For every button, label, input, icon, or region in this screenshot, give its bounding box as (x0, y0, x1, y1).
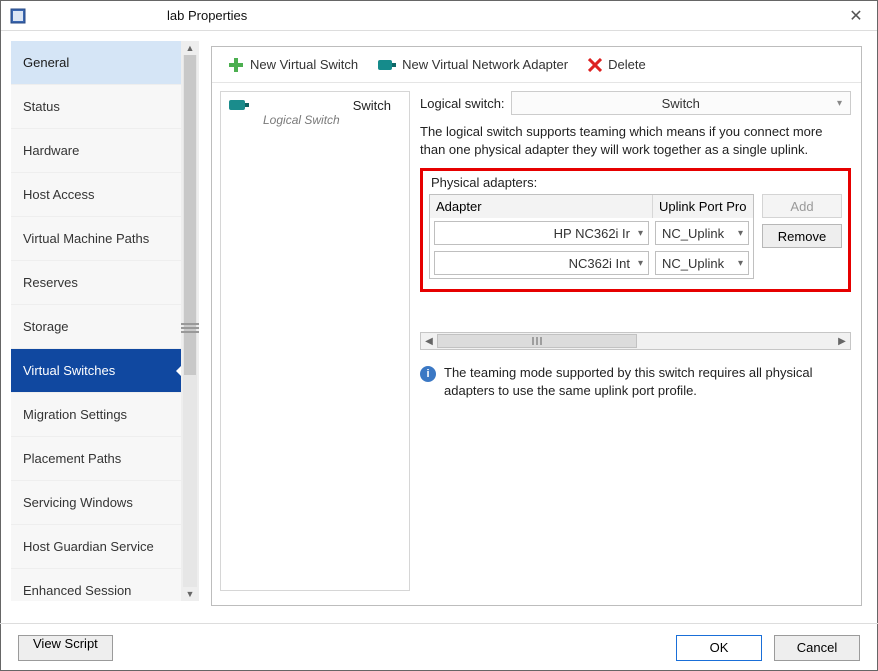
sidebar-item-hardware[interactable]: Hardware (11, 129, 181, 173)
sidebar-wrap: General Status Hardware Host Access Virt… (1, 31, 199, 611)
uplink-select[interactable]: NC_Uplink▾ (655, 221, 749, 245)
chevron-down-icon: ▾ (738, 228, 743, 239)
uplink-select[interactable]: NC_Uplink▾ (655, 251, 749, 275)
adapter-select[interactable]: NC362i Int▾ (434, 251, 649, 275)
info-text: The teaming mode supported by this switc… (444, 364, 851, 399)
sidebar-item-label: Status (23, 99, 60, 114)
button-label: Delete (608, 57, 646, 72)
scroll-up-icon[interactable]: ▲ (186, 43, 195, 53)
switch-list-item[interactable]: Switch Logical Switch (221, 92, 409, 129)
sidebar-item-reserves[interactable]: Reserves (11, 261, 181, 305)
sidebar-item-label: Virtual Switches (23, 363, 115, 378)
grid-buttons: Add Remove (762, 194, 842, 279)
sidebar-item-label: Virtual Machine Paths (23, 231, 149, 246)
col-uplink: Uplink Port Pro (653, 195, 753, 218)
sidebar-item-hgs[interactable]: Host Guardian Service (11, 525, 181, 569)
sidebar-item-label: Servicing Windows (23, 495, 133, 510)
remove-button[interactable]: Remove (762, 224, 842, 248)
chevron-down-icon: ▾ (638, 228, 643, 239)
new-adapter-button[interactable]: New Virtual Network Adapter (372, 55, 574, 74)
sidebar-item-label: Enhanced Session (23, 583, 131, 598)
sidebar-item-label: Migration Settings (23, 407, 127, 422)
scroll-grip-icon (181, 323, 199, 333)
table-row[interactable]: HP NC362i Ir▾ NC_Uplink▾ (430, 218, 753, 248)
scroll-right-icon[interactable]: ▶ (834, 336, 850, 347)
description-text: The logical switch supports teaming whic… (420, 123, 851, 158)
switch-subtitle: Logical Switch (229, 113, 399, 127)
switch-list: Switch Logical Switch (220, 91, 410, 591)
info-icon: i (420, 366, 436, 382)
grid-header: Adapter Uplink Port Pro (430, 195, 753, 218)
button-label: New Virtual Switch (250, 57, 358, 72)
hscroll-track[interactable] (437, 334, 834, 348)
scroll-track[interactable] (183, 55, 197, 587)
logical-switch-select[interactable]: Switch ▾ (511, 91, 851, 115)
sidebar-item-host-access[interactable]: Host Access (11, 173, 181, 217)
chevron-down-icon: ▾ (837, 98, 842, 109)
button-label: New Virtual Network Adapter (402, 57, 568, 72)
plus-icon (228, 57, 244, 73)
hscroll-thumb[interactable] (437, 334, 637, 348)
titlebar: lab Properties ✕ (1, 1, 877, 31)
view-script-button[interactable]: View Script (18, 635, 113, 661)
ok-button[interactable]: OK (676, 635, 762, 661)
sidebar-item-storage[interactable]: Storage (11, 305, 181, 349)
app-icon (9, 7, 27, 25)
col-adapter: Adapter (430, 195, 653, 218)
scroll-down-icon[interactable]: ▼ (186, 589, 195, 599)
switch-name: Switch (229, 98, 399, 113)
scroll-left-icon[interactable]: ◀ (421, 336, 437, 347)
toolbar: New Virtual Switch New Virtual Network A… (212, 47, 861, 83)
adapter-select[interactable]: HP NC362i Ir▾ (434, 221, 649, 245)
sidebar-item-placement[interactable]: Placement Paths (11, 437, 181, 481)
panel: New Virtual Switch New Virtual Network A… (211, 46, 862, 606)
chevron-down-icon: ▾ (738, 258, 743, 269)
right-pane: Logical switch: Switch ▾ The logical swi… (420, 91, 851, 399)
logical-switch-row: Logical switch: Switch ▾ (420, 91, 851, 115)
cancel-button[interactable]: Cancel (774, 635, 860, 661)
sidebar-item-status[interactable]: Status (11, 85, 181, 129)
horizontal-scrollbar[interactable]: ◀ ▶ (420, 332, 851, 350)
sidebar-item-migration[interactable]: Migration Settings (11, 393, 181, 437)
sidebar-item-label: Reserves (23, 275, 78, 290)
adapter-icon (378, 58, 396, 72)
select-value: Switch (662, 96, 700, 111)
sidebar: General Status Hardware Host Access Virt… (11, 41, 181, 601)
sidebar-item-general[interactable]: General (11, 41, 181, 85)
sidebar-item-label: Host Access (23, 187, 95, 202)
sidebar-item-vm-paths[interactable]: Virtual Machine Paths (11, 217, 181, 261)
sidebar-item-label: Host Guardian Service (23, 539, 154, 554)
new-switch-button[interactable]: New Virtual Switch (222, 55, 364, 75)
table-row[interactable]: NC362i Int▾ NC_Uplink▾ (430, 248, 753, 278)
body: General Status Hardware Host Access Virt… (1, 31, 877, 611)
sidebar-item-label: Hardware (23, 143, 79, 158)
adapter-grid: Adapter Uplink Port Pro HP NC362i Ir▾ NC… (429, 194, 754, 279)
group-label: Physical adapters: (431, 175, 842, 190)
sidebar-item-label: Storage (23, 319, 69, 334)
network-card-icon (229, 98, 249, 112)
close-icon[interactable]: ✕ (843, 6, 869, 26)
add-button[interactable]: Add (762, 194, 842, 218)
chevron-down-icon: ▾ (638, 258, 643, 269)
main: New Virtual Switch New Virtual Network A… (199, 31, 877, 611)
footer: View Script OK Cancel (0, 623, 878, 671)
physical-adapters-group: Physical adapters: Adapter Uplink Port P… (420, 168, 851, 292)
window-title: lab Properties (167, 8, 247, 23)
sidebar-item-servicing[interactable]: Servicing Windows (11, 481, 181, 525)
delete-icon (588, 58, 602, 72)
grid-body: HP NC362i Ir▾ NC_Uplink▾ NC362i Int▾ NC_… (430, 218, 753, 278)
sidebar-item-label: General (23, 55, 69, 70)
info-row: i The teaming mode supported by this swi… (420, 364, 851, 399)
logical-switch-label: Logical switch: (420, 96, 505, 111)
grip-icon (532, 337, 542, 345)
sidebar-scrollbar[interactable]: ▲ ▼ (181, 41, 199, 601)
sidebar-item-enhanced[interactable]: Enhanced Session (11, 569, 181, 601)
delete-button[interactable]: Delete (582, 55, 652, 74)
sidebar-item-virtual-switches[interactable]: Virtual Switches (11, 349, 181, 393)
grid-wrap: Adapter Uplink Port Pro HP NC362i Ir▾ NC… (429, 194, 842, 279)
sidebar-item-label: Placement Paths (23, 451, 121, 466)
